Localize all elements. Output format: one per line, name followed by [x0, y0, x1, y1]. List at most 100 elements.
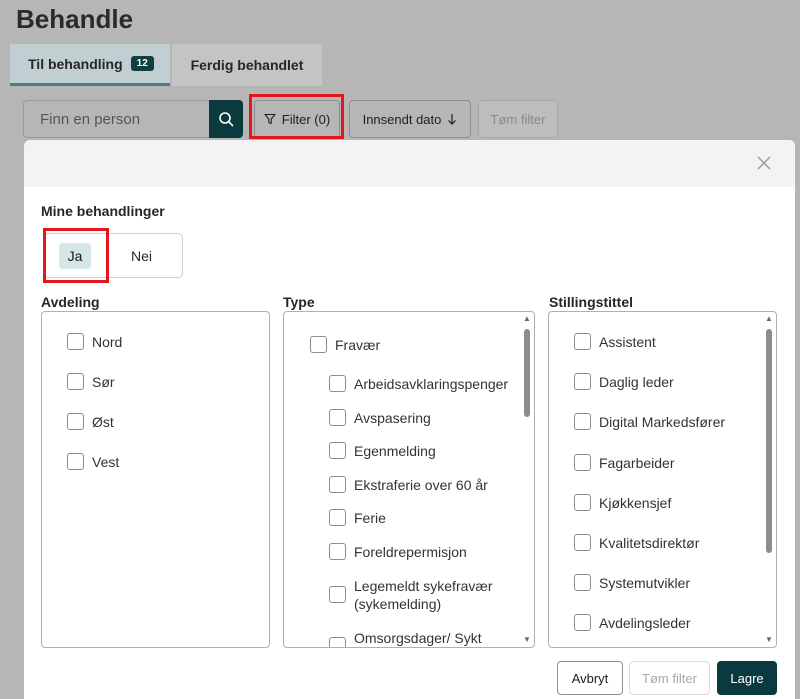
my-treatments-toggle: Ja Nei: [43, 233, 183, 278]
checkbox-box[interactable]: [574, 574, 591, 591]
checkbox-job-title[interactable]: Avdelingsleder: [574, 614, 691, 632]
search-input[interactable]: Finn en person: [23, 100, 210, 138]
checkbox-box[interactable]: [329, 509, 346, 526]
checkbox-box[interactable]: [329, 586, 346, 603]
checkbox-type-item[interactable]: Arbeidsavklaringspenger: [329, 375, 508, 393]
checkbox-job-title[interactable]: Systemutvikler: [574, 574, 690, 592]
tab-til-behandling[interactable]: Til behandling 12: [10, 44, 170, 86]
checkbox-job-title[interactable]: Assistent: [574, 333, 656, 351]
checkbox-label: Fagarbeider: [599, 455, 675, 471]
checkbox-type-item[interactable]: Legemeldt sykefravær (sykemelding): [329, 577, 504, 613]
count-badge: 12: [130, 56, 154, 71]
filter-label: Filter (0): [281, 111, 331, 127]
checkbox-type-item[interactable]: Ekstraferie over 60 år: [329, 476, 488, 494]
checkbox-label: Sør: [92, 374, 115, 390]
checkbox-box[interactable]: [574, 373, 591, 390]
clear-filter-top-button[interactable]: Tøm filter: [478, 100, 558, 138]
checkbox-box[interactable]: [310, 336, 327, 353]
job-title-scrollbar[interactable]: ▲ ▼: [765, 315, 773, 644]
checkbox-type-item[interactable]: Egenmelding: [329, 442, 436, 460]
checkbox-box[interactable]: [67, 373, 84, 390]
checkbox-box[interactable]: [67, 453, 84, 470]
checkbox-box[interactable]: [574, 614, 591, 631]
checkbox-label: Legemeldt sykefravær (sykemelding): [354, 578, 493, 612]
checkbox-type-item[interactable]: Omsorgsdager/ Sykt: [329, 629, 482, 647]
department-label: Avdeling: [41, 294, 100, 310]
checkbox-job-title[interactable]: Fagarbeider: [574, 454, 675, 472]
scroll-up-icon[interactable]: ▲: [765, 315, 773, 323]
checkbox-label: Fravær: [335, 337, 381, 353]
checkbox-box[interactable]: [329, 375, 346, 392]
tab-label: Til behandling: [28, 55, 123, 72]
checkbox-label: Ferie: [354, 510, 386, 526]
checkbox-box[interactable]: [329, 476, 346, 493]
checkbox-box[interactable]: [329, 409, 346, 426]
checkbox-box[interactable]: [329, 543, 346, 560]
close-icon[interactable]: [756, 155, 772, 171]
checkbox-vest[interactable]: Vest: [67, 453, 119, 471]
checkbox-type-item[interactable]: Avspasering: [329, 409, 431, 427]
type-scrollbar[interactable]: ▲ ▼: [523, 315, 531, 644]
checkbox-job-title[interactable]: Digital Markedsfører: [574, 413, 725, 431]
checkbox-sor[interactable]: Sør: [67, 373, 115, 391]
checkbox-box[interactable]: [574, 534, 591, 551]
page-title: Behandle: [16, 4, 134, 34]
job-title-list: Assistent Daglig leder Digital Markedsfø…: [548, 311, 777, 648]
modal-header: [24, 140, 795, 187]
checkbox-box[interactable]: [574, 454, 591, 471]
checkbox-label: Nord: [92, 334, 123, 350]
cancel-button[interactable]: Avbryt: [557, 661, 623, 695]
filter-icon: [264, 113, 276, 125]
checkbox-label: Kvalitetsdirektør: [599, 535, 700, 551]
checkbox-ost[interactable]: Øst: [67, 413, 114, 431]
checkbox-fravaer[interactable]: Fravær: [310, 336, 380, 354]
checkbox-label: Foreldrepermisjon: [354, 544, 467, 560]
scroll-thumb[interactable]: [766, 329, 772, 553]
scroll-down-icon[interactable]: ▼: [765, 636, 773, 644]
checkbox-label: Digital Markedsfører: [599, 414, 726, 430]
checkbox-box[interactable]: [574, 413, 591, 430]
tab-ferdig-behandlet[interactable]: Ferdig behandlet: [172, 44, 322, 86]
checkbox-box[interactable]: [67, 333, 84, 350]
search-icon: [219, 112, 234, 127]
save-button[interactable]: Lagre: [717, 661, 777, 695]
checkbox-box[interactable]: [574, 494, 591, 511]
checkbox-box[interactable]: [67, 413, 84, 430]
toggle-no-button[interactable]: Nei: [131, 248, 152, 264]
arrow-down-icon: [448, 114, 457, 125]
checkbox-label: Øst: [92, 414, 114, 430]
my-treatments-label: Mine behandlinger: [41, 203, 165, 219]
sort-date-button[interactable]: Innsendt dato: [349, 100, 471, 138]
clear-filter-button[interactable]: Tøm filter: [629, 661, 710, 695]
checkbox-label: Daglig leder: [599, 374, 674, 390]
filter-button[interactable]: Filter (0): [254, 100, 340, 138]
checkbox-job-title[interactable]: Daglig leder: [574, 373, 674, 391]
job-title-label: Stillingstittel: [549, 294, 633, 310]
checkbox-label: Systemutvikler: [599, 575, 691, 591]
checkbox-job-title[interactable]: Kvalitetsdirektør: [574, 534, 699, 552]
type-label: Type: [283, 294, 315, 310]
filter-modal: Mine behandlinger Ja Nei Avdeling Type S…: [24, 140, 795, 699]
checkbox-label: Kjøkkensjef: [599, 495, 672, 511]
toggle-yes-button[interactable]: Ja: [59, 242, 91, 269]
checkbox-type-item[interactable]: Ferie: [329, 509, 386, 527]
checkbox-box[interactable]: [329, 442, 346, 459]
checkbox-label: Arbeidsavklaringspenger: [354, 376, 509, 392]
checkbox-type-item[interactable]: Foreldrepermisjon: [329, 543, 467, 561]
checkbox-box[interactable]: [574, 333, 591, 350]
search-placeholder: Finn en person: [40, 110, 141, 128]
checkbox-label: Avdelingsleder: [599, 615, 691, 631]
scroll-up-icon[interactable]: ▲: [523, 315, 531, 323]
scroll-down-icon[interactable]: ▼: [523, 636, 531, 644]
scroll-thumb[interactable]: [524, 329, 530, 417]
checkbox-nord[interactable]: Nord: [67, 333, 122, 351]
checkbox-label: Ekstraferie over 60 år: [354, 477, 488, 493]
type-list: Fravær Arbeidsavklaringspenger Avspaseri…: [283, 311, 535, 648]
sort-label: Innsendt dato: [362, 111, 442, 127]
checkbox-label: Omsorgsdager/ Sykt: [354, 630, 482, 646]
checkbox-box[interactable]: [329, 637, 346, 647]
checkbox-job-title[interactable]: Kjøkkensjef: [574, 494, 671, 512]
checkbox-label: Assistent: [599, 334, 656, 350]
checkbox-label: Avspasering: [354, 410, 431, 426]
search-button[interactable]: [209, 100, 243, 138]
